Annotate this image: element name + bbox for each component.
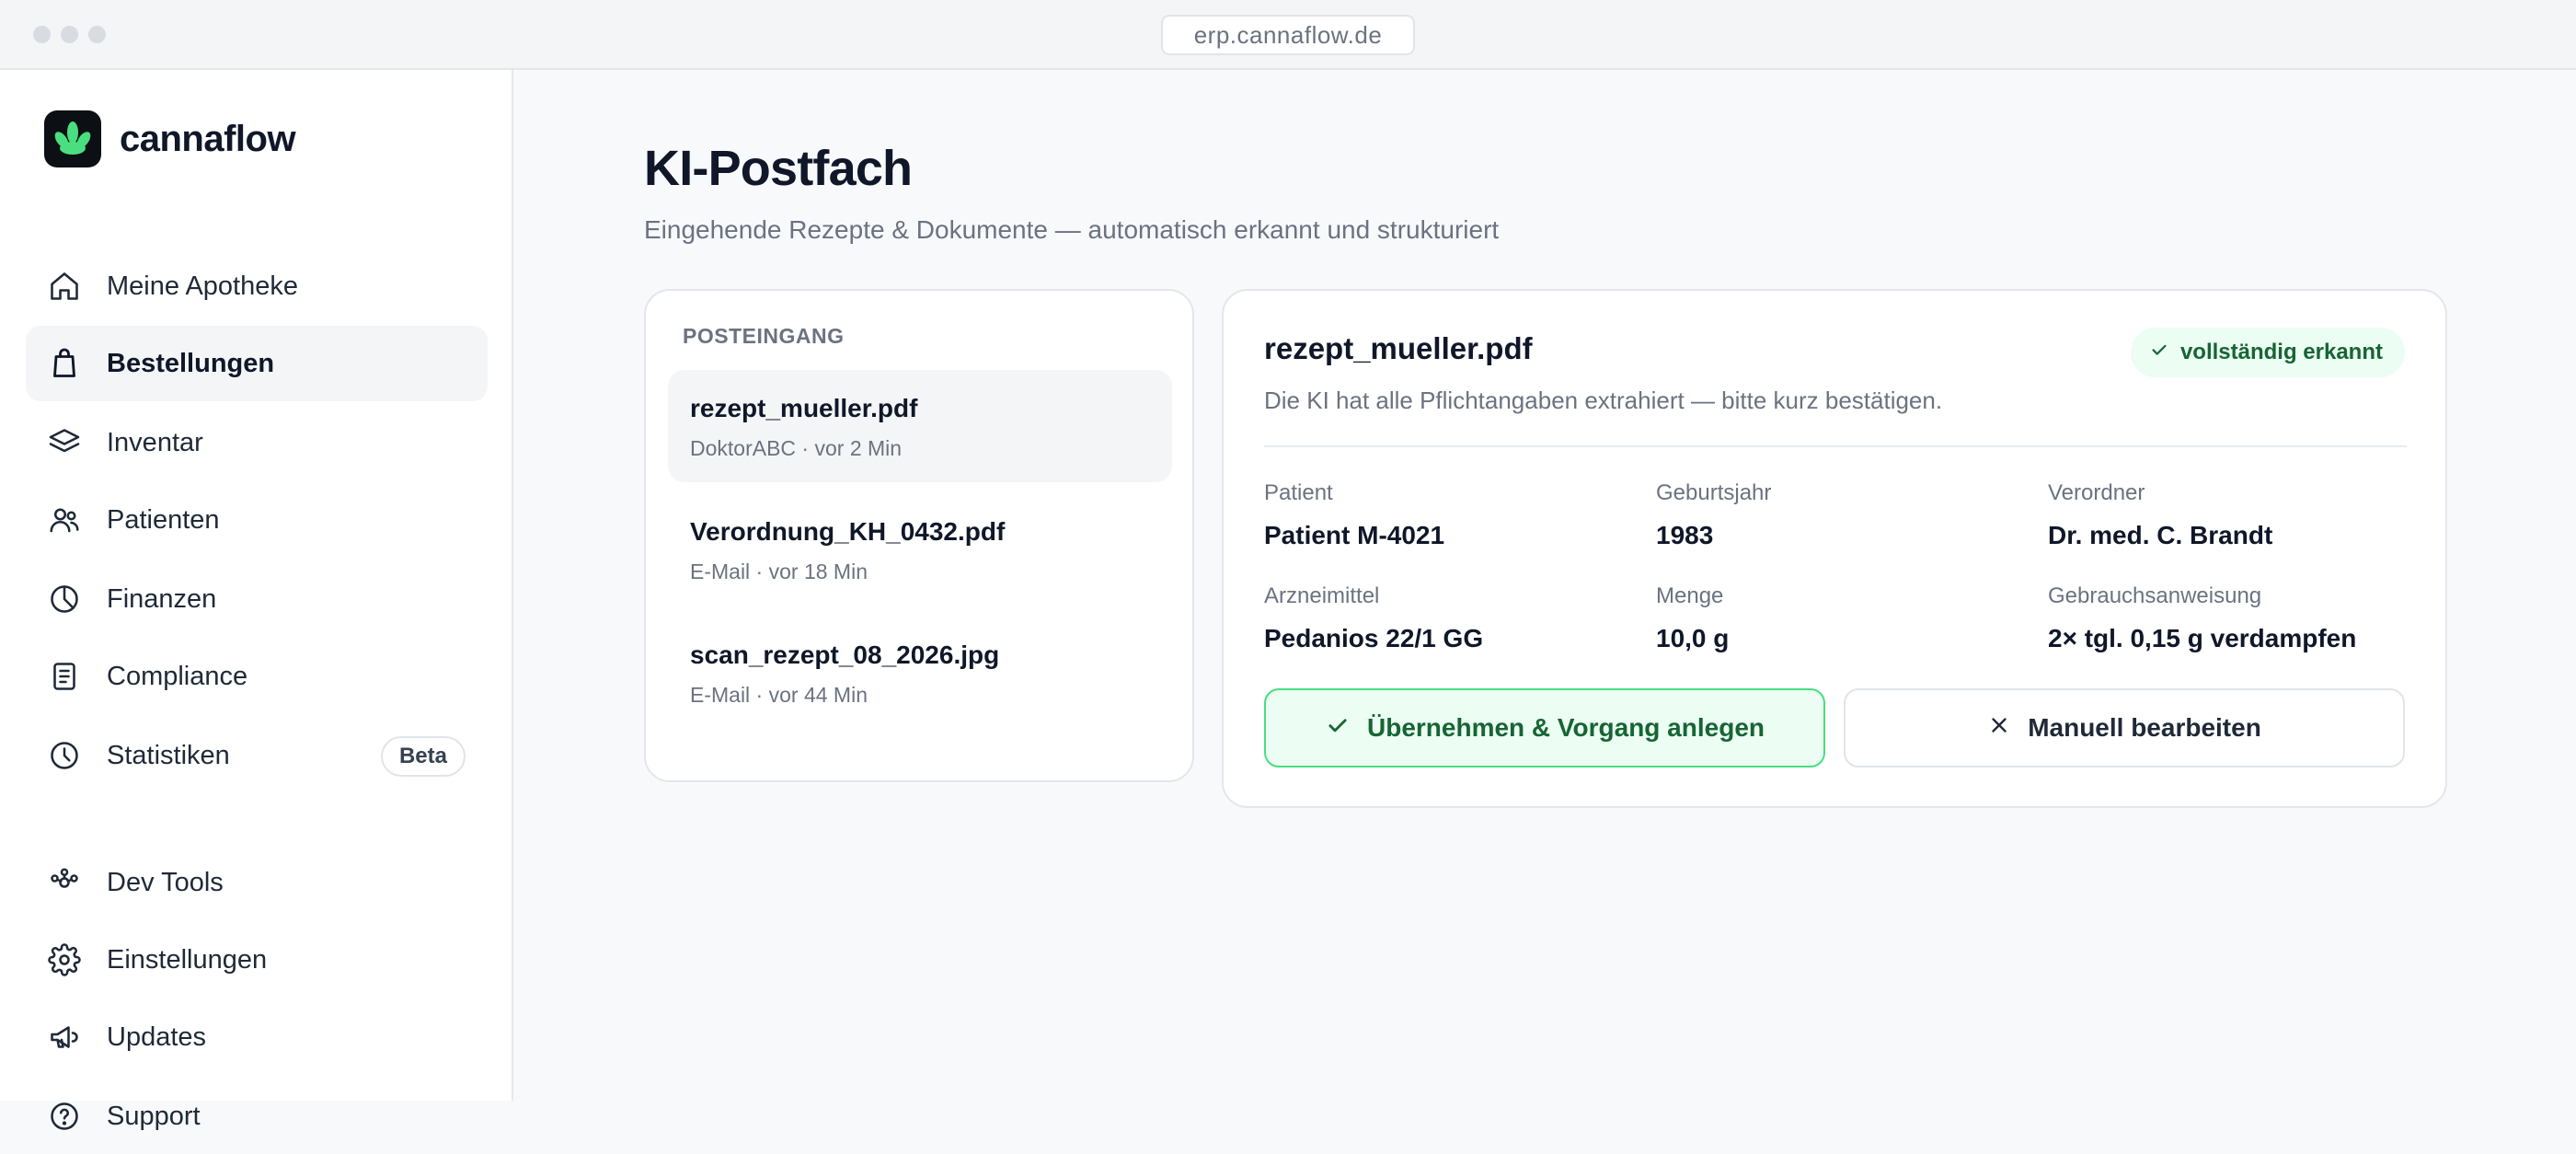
sidebar-item-label: Bestellungen <box>107 348 275 378</box>
field-verordner: Verordner Dr. med. C. Brandt <box>2048 480 2272 550</box>
field-label: Geburtsjahr <box>1656 480 1772 505</box>
window-maximize-dot[interactable] <box>88 26 106 43</box>
window-controls <box>33 26 106 43</box>
status-badge: vollständig erkannt <box>2130 328 2405 377</box>
sidebar-item-label: Compliance <box>107 661 248 691</box>
brand-name: cannaflow <box>120 118 296 159</box>
shopping-bag-icon <box>46 345 83 382</box>
sidebar-item-label: Meine Apotheke <box>107 271 298 301</box>
sidebar-item-einstellungen[interactable]: Einstellungen <box>26 922 488 998</box>
sidebar-item-label: Updates <box>107 1021 207 1052</box>
brand[interactable]: cannaflow <box>44 110 296 167</box>
manual-edit-button-label: Manuell bearbeiten <box>2028 713 2261 742</box>
check-icon <box>1325 712 1351 744</box>
sidebar-item-label: Patienten <box>107 504 220 535</box>
sidebar-item-compliance[interactable]: Compliance <box>26 639 488 714</box>
document-description: Die KI hat alle Pflichtangaben extrahier… <box>1264 387 1943 414</box>
layers-icon <box>46 424 83 461</box>
inbox-item-filename: Verordnung_KH_0432.pdf <box>690 517 1006 546</box>
window-minimize-dot[interactable] <box>61 26 78 43</box>
inbox-item-meta: E-Mail · vor 18 Min <box>690 560 868 583</box>
field-label: Verordner <box>2048 480 2145 505</box>
document-icon <box>46 658 83 695</box>
field-arzneimittel: Arzneimittel Pedanios 22/1 GG <box>1264 583 1483 653</box>
dev-tools-icon <box>46 864 83 901</box>
sidebar-item-finanzen[interactable]: Finanzen <box>26 561 488 637</box>
window-close-dot[interactable] <box>33 26 51 43</box>
beta-badge: Beta <box>380 736 466 777</box>
sidebar-item-bestellungen[interactable]: Bestellungen <box>26 326 488 401</box>
inbox-heading: POSTEINGANG <box>683 324 845 348</box>
cannaflow-logo-icon <box>44 110 101 167</box>
close-icon <box>1987 713 2011 744</box>
check-icon <box>2149 340 2169 366</box>
sidebar-item-label: Support <box>107 1101 201 1131</box>
field-value: 10,0 g <box>1656 624 1730 652</box>
sidebar-item-label: Einstellungen <box>107 944 268 975</box>
field-label: Arzneimittel <box>1264 583 1380 608</box>
accept-create-button-label: Übernehmen & Vorgang anlegen <box>1367 713 1765 742</box>
sidebar-item-label: Statistiken <box>107 740 230 770</box>
inbox-item[interactable]: rezept_mueller.pdf DoktorABC · vor 2 Min <box>668 370 1172 482</box>
inbox-item-meta: DoktorABC · vor 2 Min <box>690 436 903 460</box>
sidebar-item-label: Inventar <box>107 427 203 457</box>
inbox-item-meta: E-Mail · vor 44 Min <box>690 683 868 707</box>
document-detail-panel: rezept_mueller.pdf vollständig erkannt D… <box>1222 289 2447 808</box>
sidebar-item-patienten[interactable]: Patienten <box>26 482 488 558</box>
sidebar-item-updates[interactable]: Updates <box>26 999 488 1075</box>
pie-chart-icon <box>46 581 83 617</box>
field-geburtsjahr: Geburtsjahr 1983 <box>1656 480 1771 550</box>
divider <box>1264 445 2407 447</box>
page-subtitle: Eingehende Rezepte & Dokumente — automat… <box>644 215 1500 244</box>
inbox-item-filename: rezept_mueller.pdf <box>690 394 918 422</box>
help-circle-icon <box>46 1098 83 1135</box>
inbox-item[interactable]: scan_rezept_08_2026.jpg E-Mail · vor 44 … <box>668 617 1172 729</box>
field-label: Gebrauchsanweisung <box>2048 583 2262 608</box>
address-bar[interactable]: erp.cannaflow.de <box>1161 15 1415 55</box>
megaphone-icon <box>46 1019 83 1056</box>
sidebar-item-support[interactable]: Support <box>26 1079 488 1154</box>
field-value: Dr. med. C. Brandt <box>2048 521 2273 549</box>
sidebar: cannaflow Meine Apotheke Bestellungen In… <box>0 70 513 1131</box>
field-patient: Patient Patient M-4021 <box>1264 480 1444 550</box>
manual-edit-button[interactable]: Manuell bearbeiten <box>1844 688 2405 767</box>
users-icon <box>46 502 83 538</box>
field-menge: Menge 10,0 g <box>1656 583 1729 653</box>
sidebar-item-inventar[interactable]: Inventar <box>26 405 488 480</box>
sidebar-item-statistiken[interactable]: Statistiken Beta <box>26 718 488 793</box>
sidebar-item-meine-apotheke[interactable]: Meine Apotheke <box>26 248 488 324</box>
page-title: KI-Postfach <box>644 141 913 196</box>
chart-icon <box>46 737 83 774</box>
field-gebrauchsanweisung: Gebrauchsanweisung 2× tgl. 0,15 g verdam… <box>2048 583 2356 653</box>
field-value: 1983 <box>1656 521 1714 549</box>
inbox-item[interactable]: Verordnung_KH_0432.pdf E-Mail · vor 18 M… <box>668 493 1172 606</box>
main-content: KI-Postfach Eingehende Rezepte & Dokumen… <box>515 70 2576 1101</box>
field-value: 2× tgl. 0,15 g verdampfen <box>2048 624 2357 652</box>
inbox-panel: POSTEINGANG rezept_mueller.pdf DoktorABC… <box>644 289 1194 782</box>
accept-create-button[interactable]: Übernehmen & Vorgang anlegen <box>1264 688 1825 767</box>
gear-icon <box>46 941 83 978</box>
field-label: Patient <box>1264 480 1333 505</box>
status-badge-label: vollständig erkannt <box>2179 340 2383 364</box>
field-label: Menge <box>1656 583 1724 608</box>
field-value: Pedanios 22/1 GG <box>1264 624 1484 652</box>
field-value: Patient M-4021 <box>1264 521 1445 549</box>
sidebar-item-label: Dev Tools <box>107 867 224 897</box>
inbox-item-filename: scan_rezept_08_2026.jpg <box>690 640 1000 669</box>
sidebar-item-label: Finanzen <box>107 583 217 614</box>
browser-topbar: erp.cannaflow.de <box>0 0 2576 70</box>
sidebar-item-dev-tools[interactable]: Dev Tools <box>26 845 488 920</box>
document-title: rezept_mueller.pdf <box>1264 331 1533 365</box>
home-icon <box>46 268 83 305</box>
